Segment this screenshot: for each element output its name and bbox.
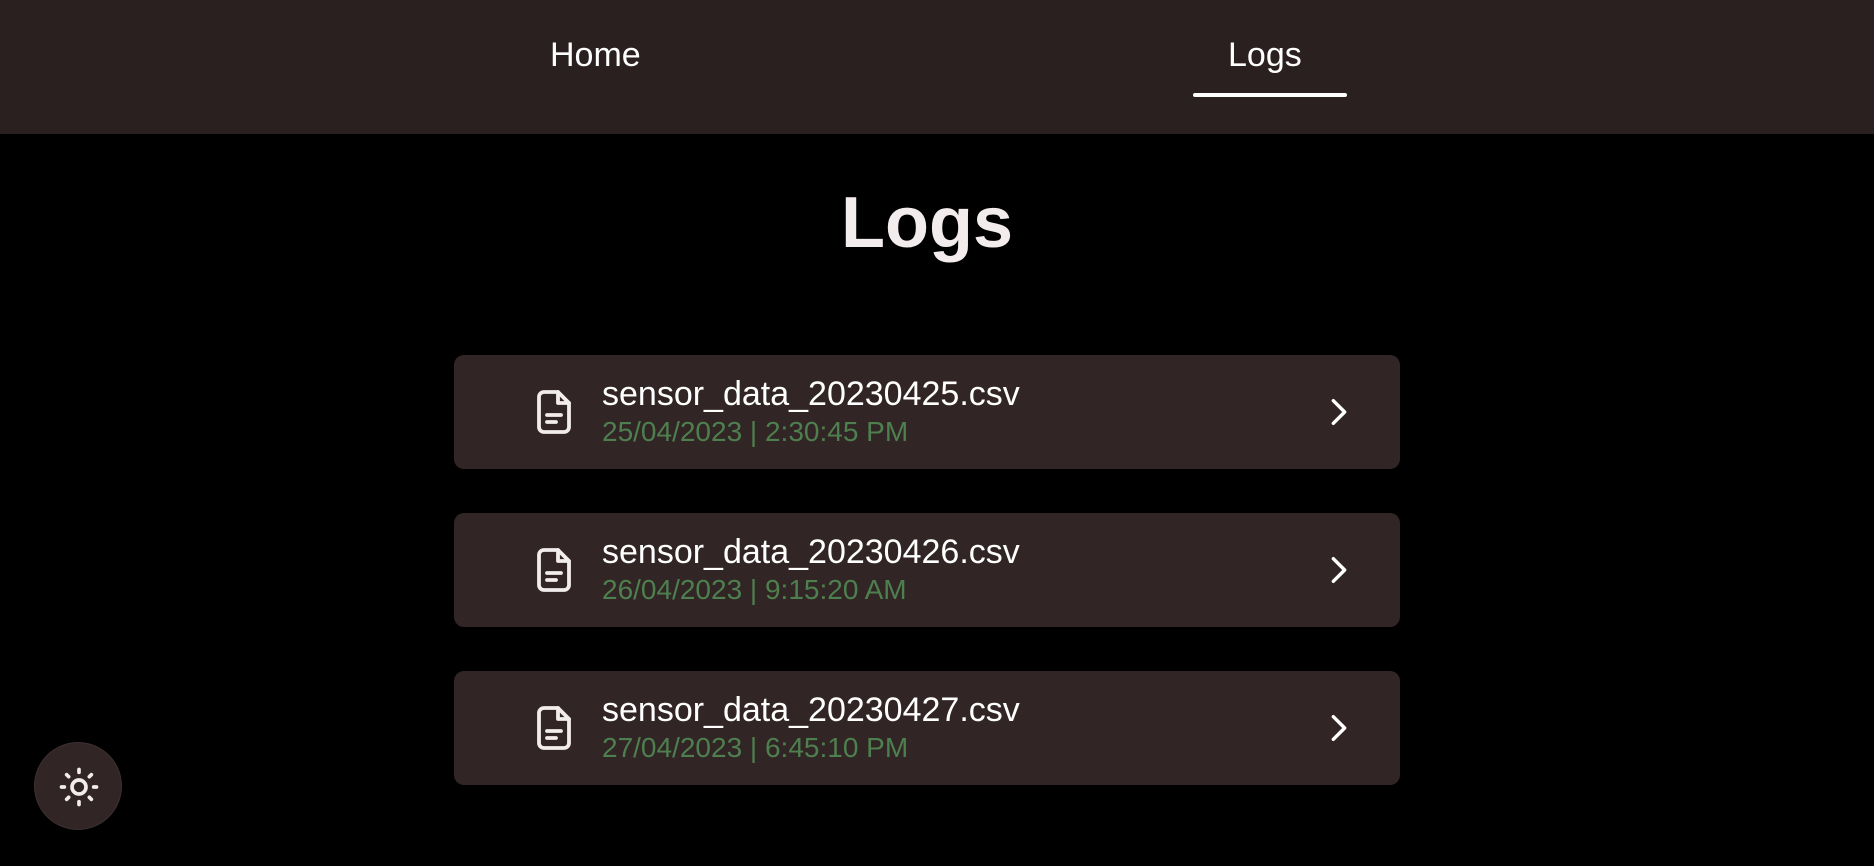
log-timestamp: 26/04/2023 | 9:15:20 AM xyxy=(602,574,907,605)
log-timestamp: 27/04/2023 | 6:45:10 PM xyxy=(602,732,909,763)
log-filename: sensor_data_20230425.csv xyxy=(602,375,1020,413)
file-text-icon xyxy=(537,390,571,434)
log-item[interactable]: sensor_data_20230425.csv 25/04/2023 | 2:… xyxy=(454,355,1400,469)
log-filename: sensor_data_20230426.csv xyxy=(602,533,1020,571)
chevron-right-icon xyxy=(1331,714,1347,742)
nav-item-logs[interactable]: Logs xyxy=(1228,34,1302,76)
nav-item-home[interactable]: Home xyxy=(550,34,641,76)
active-tab-indicator xyxy=(1193,93,1347,97)
top-navigation: Home Logs xyxy=(0,0,1874,134)
chevron-right-icon xyxy=(1331,398,1347,426)
sun-icon xyxy=(59,767,99,807)
chevron-right-icon xyxy=(1331,556,1347,584)
log-timestamp: 25/04/2023 | 2:30:45 PM xyxy=(602,416,909,447)
log-list: sensor_data_20230425.csv 25/04/2023 | 2:… xyxy=(454,355,1400,829)
log-item[interactable]: sensor_data_20230427.csv 27/04/2023 | 6:… xyxy=(454,671,1400,785)
log-item[interactable]: sensor_data_20230426.csv 26/04/2023 | 9:… xyxy=(454,513,1400,627)
theme-toggle-button[interactable] xyxy=(34,742,122,830)
file-text-icon xyxy=(537,548,571,592)
log-filename: sensor_data_20230427.csv xyxy=(602,691,1020,729)
file-text-icon xyxy=(537,706,571,750)
page-title: Logs xyxy=(841,183,1013,263)
